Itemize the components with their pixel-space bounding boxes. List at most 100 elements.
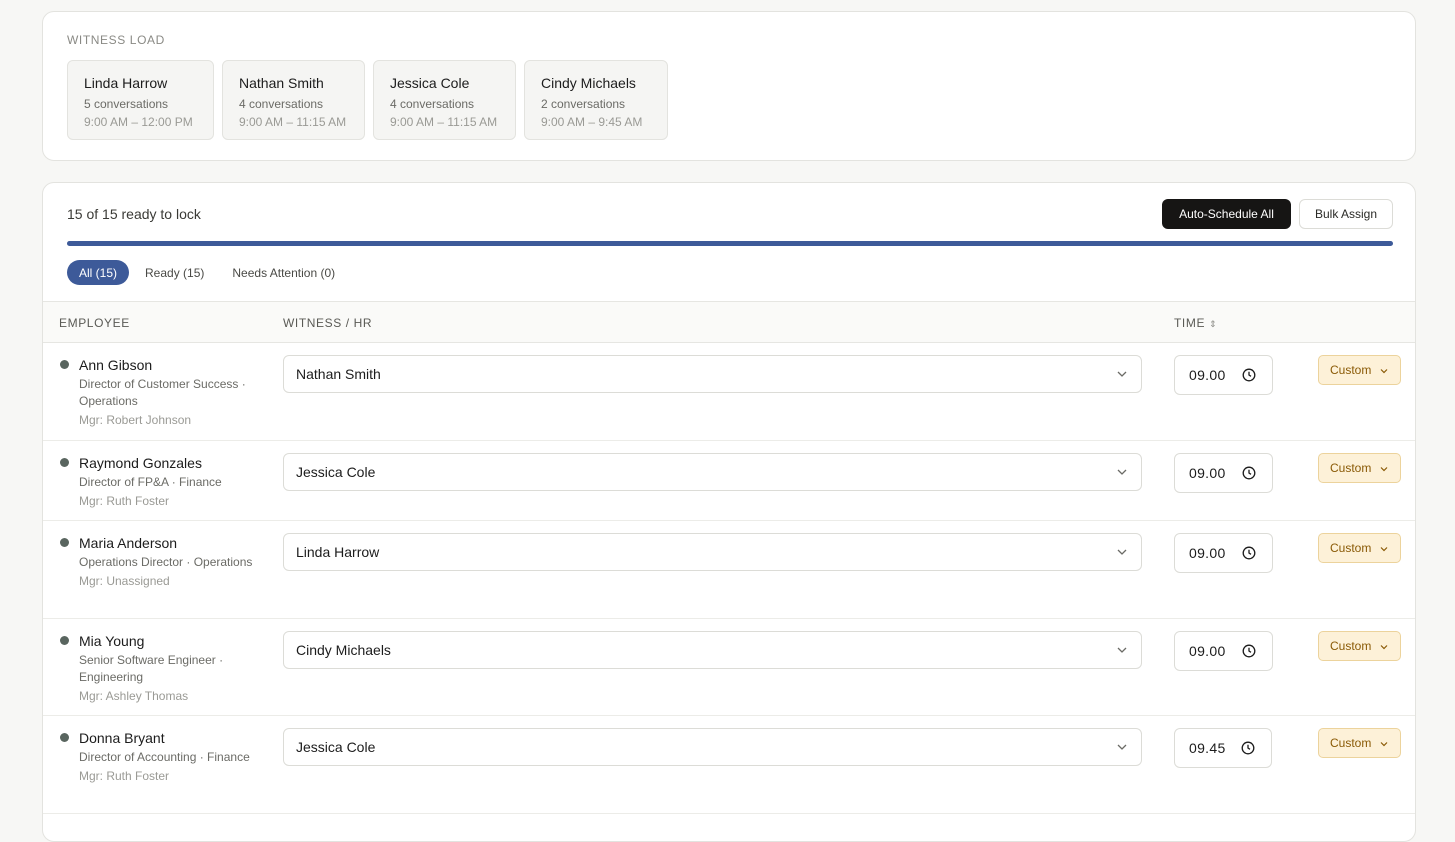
witness-select[interactable]: Jessica Cole [283, 728, 1142, 766]
schedule-type-badge[interactable]: Custom [1318, 631, 1401, 661]
witness-chip: Nathan Smith 4 conversations 9:00 AM – 1… [222, 60, 365, 140]
employee-name: Mia Young [79, 633, 145, 649]
schedule-type-label: Custom [1330, 736, 1372, 750]
employee-cell: Donna Bryant Director of Accounting · Fi… [79, 730, 259, 785]
witness-conversations: 2 conversations [541, 97, 626, 111]
witness-select-value: Linda Harrow [296, 544, 380, 560]
schedule-type-badge[interactable]: Custom [1318, 355, 1401, 385]
witness-name: Cindy Michaels [541, 75, 636, 91]
witness-chip: Linda Harrow 5 conversations 9:00 AM – 1… [67, 60, 214, 140]
witness-chip-list: Linda Harrow 5 conversations 9:00 AM – 1… [67, 60, 668, 140]
column-header-witness: WITNESS / HR [283, 316, 373, 330]
employee-manager: Mgr: Ruth Foster [79, 769, 170, 783]
schedule-type-label: Custom [1330, 541, 1372, 555]
auto-schedule-all-button[interactable]: Auto-Schedule All [1162, 199, 1291, 229]
schedule-type-label: Custom [1330, 639, 1372, 653]
employee-cell: Raymond Gonzales Director of FP&A · Fina… [79, 455, 259, 510]
schedule-type-badge[interactable]: Custom [1318, 728, 1401, 758]
schedule-type-label: Custom [1330, 461, 1372, 475]
chevron-down-icon [1380, 645, 1388, 650]
table-row: Ann Gibson Director of Customer Success … [43, 343, 1415, 441]
employee-name: Donna Bryant [79, 730, 165, 746]
witness-conversations: 5 conversations [84, 97, 169, 111]
employee-role: Senior Software Engineer · Engineering [79, 653, 224, 684]
schedule-type-badge[interactable]: Custom [1318, 453, 1401, 483]
employee-cell: Maria Anderson Operations Director · Ope… [79, 535, 259, 590]
clock-icon[interactable] [1242, 644, 1256, 658]
filter-tabs: All (15) Ready (15) Needs Attention (0) [67, 260, 347, 285]
witness-time-range: 9:00 AM – 11:15 AM [239, 115, 347, 129]
chevron-down-icon [1380, 547, 1388, 552]
witness-chip: Cindy Michaels 2 conversations 9:00 AM –… [524, 60, 668, 140]
table-row: Raymond Gonzales Director of FP&A · Fina… [43, 441, 1415, 521]
time-value: 09.00 [1189, 465, 1226, 481]
table-row: Donna Bryant Director of Accounting · Fi… [43, 716, 1415, 814]
employee-name: Maria Anderson [79, 535, 178, 551]
table-row: Maria Anderson Operations Director · Ope… [43, 521, 1415, 619]
employee-name: Ann Gibson [79, 357, 153, 373]
chevron-down-icon [1380, 369, 1388, 374]
chevron-down-icon [1117, 744, 1127, 750]
witness-select[interactable]: Jessica Cole [283, 453, 1142, 491]
employee-manager: Mgr: Unassigned [79, 574, 170, 588]
filter-tab-needs-attention[interactable]: Needs Attention (0) [220, 260, 347, 285]
ready-progress-fill [67, 241, 1393, 246]
time-input[interactable]: 09.00 [1174, 355, 1273, 395]
ready-status-text: 15 of 15 ready to lock [67, 206, 201, 222]
witness-load-panel: WITNESS LOAD Linda Harrow 5 conversation… [42, 11, 1416, 161]
time-value: 09.45 [1189, 740, 1226, 756]
time-input[interactable]: 09.45 [1174, 728, 1272, 768]
witness-load-title: WITNESS LOAD [67, 33, 165, 47]
column-header-employee: EMPLOYEE [59, 316, 130, 330]
time-value: 09.00 [1189, 545, 1226, 561]
chevron-down-icon [1117, 371, 1127, 377]
clock-icon[interactable] [1242, 466, 1256, 480]
time-value: 09.00 [1189, 643, 1226, 659]
status-dot-icon [60, 636, 69, 645]
filter-tab-ready[interactable]: Ready (15) [133, 260, 216, 285]
column-header-time[interactable]: TIME ⇕ [1174, 316, 1217, 330]
time-input[interactable]: 09.00 [1174, 533, 1273, 573]
employee-manager: Mgr: Robert Johnson [79, 413, 192, 427]
witness-name: Jessica Cole [390, 75, 470, 91]
chevron-down-icon [1117, 549, 1127, 555]
filter-tab-all[interactable]: All (15) [67, 260, 130, 285]
clock-icon[interactable] [1241, 741, 1255, 755]
time-value: 09.00 [1189, 367, 1226, 383]
witness-name: Linda Harrow [84, 75, 168, 91]
employee-name: Raymond Gonzales [79, 455, 202, 471]
chevron-down-icon [1117, 469, 1127, 475]
clock-icon[interactable] [1242, 546, 1256, 560]
witness-time-range: 9:00 AM – 12:00 PM [84, 115, 193, 129]
table-header: EMPLOYEE WITNESS / HR TIME ⇕ [43, 301, 1415, 343]
witness-select[interactable]: Nathan Smith [283, 355, 1142, 393]
ready-progress-bar [67, 241, 1393, 246]
chevron-down-icon [1117, 647, 1127, 653]
clock-icon[interactable] [1242, 368, 1256, 382]
employee-role: Director of Customer Success · Operation… [79, 377, 246, 408]
employee-manager: Mgr: Ruth Foster [79, 494, 170, 508]
bulk-assign-button[interactable]: Bulk Assign [1299, 199, 1393, 229]
employee-cell: Mia Young Senior Software Engineer · Eng… [79, 633, 259, 705]
witness-conversations: 4 conversations [390, 97, 475, 111]
schedule-type-label: Custom [1330, 363, 1372, 377]
witness-chip: Jessica Cole 4 conversations 9:00 AM – 1… [373, 60, 516, 140]
chevron-down-icon [1380, 742, 1388, 747]
schedule-panel: 15 of 15 ready to lock Auto-Schedule All… [42, 182, 1416, 842]
witness-time-range: 9:00 AM – 9:45 AM [541, 115, 643, 129]
witness-name: Nathan Smith [239, 75, 324, 91]
employee-role: Director of Accounting · Finance [79, 750, 250, 764]
witness-time-range: 9:00 AM – 11:15 AM [390, 115, 498, 129]
status-dot-icon [60, 458, 69, 467]
employee-role: Operations Director · Operations [79, 555, 253, 569]
column-header-time-label: TIME [1174, 316, 1206, 330]
witness-select-value: Jessica Cole [296, 464, 376, 480]
status-dot-icon [60, 733, 69, 742]
time-input[interactable]: 09.00 [1174, 453, 1273, 493]
schedule-type-badge[interactable]: Custom [1318, 533, 1401, 563]
witness-select[interactable]: Cindy Michaels [283, 631, 1142, 669]
chevron-down-icon [1380, 467, 1388, 472]
witness-select[interactable]: Linda Harrow [283, 533, 1142, 571]
time-input[interactable]: 09.00 [1174, 631, 1273, 671]
witness-select-value: Jessica Cole [296, 739, 376, 755]
